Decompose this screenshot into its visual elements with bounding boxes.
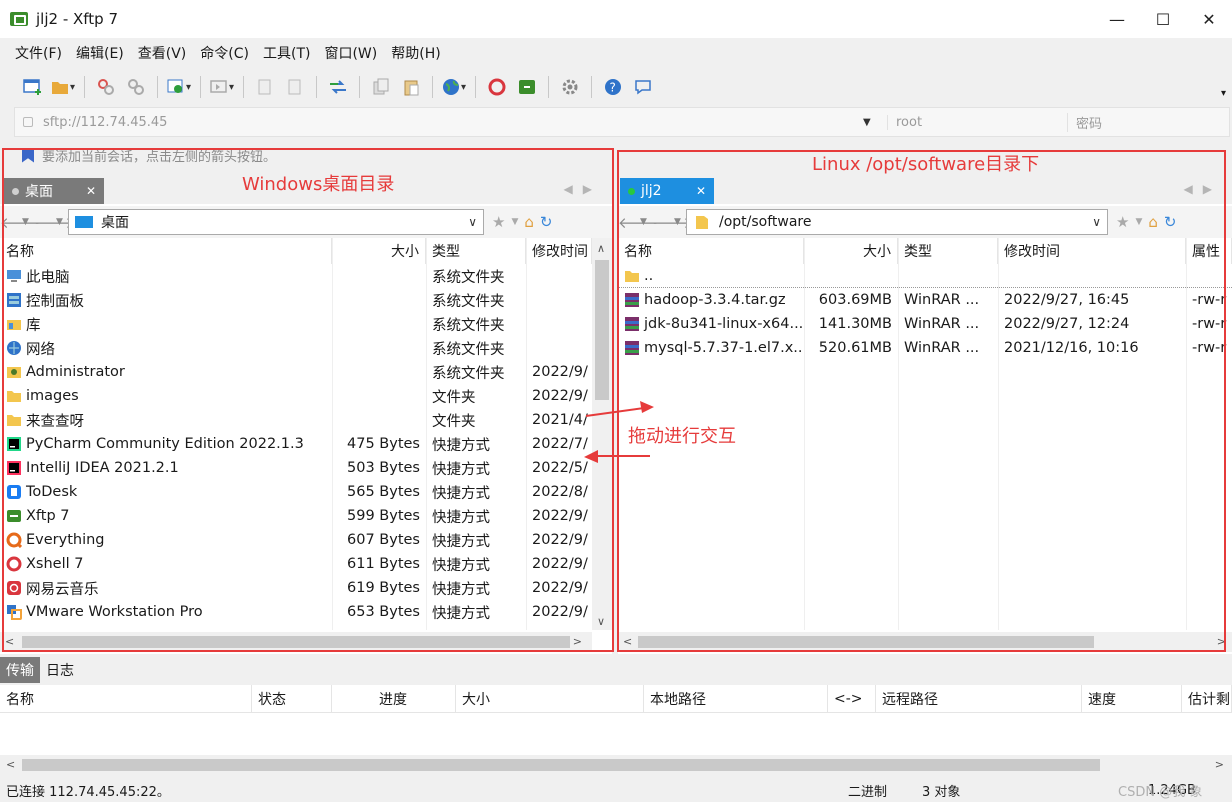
- lock-icon: [23, 117, 33, 127]
- username-input[interactable]: root: [887, 114, 1067, 130]
- svg-text:?: ?: [610, 81, 616, 95]
- tab-transfers[interactable]: 传输: [0, 657, 40, 683]
- paste-icon[interactable]: [282, 74, 308, 100]
- menu-file[interactable]: 文件(F): [8, 43, 69, 63]
- chevron-down-icon[interactable]: ▼: [863, 117, 887, 128]
- transfer-horizontal-scrollbar[interactable]: < >: [0, 755, 1232, 775]
- xshell-icon[interactable]: [484, 74, 510, 100]
- disconnect-icon[interactable]: [93, 74, 119, 100]
- connection-status: 已连接 112.74.45.45:22。: [6, 784, 170, 800]
- terminal-icon[interactable]: [209, 74, 235, 100]
- copy-icon[interactable]: [252, 74, 278, 100]
- col-remote-path[interactable]: 远程路径: [876, 685, 1082, 713]
- transfer-mode: 二进制: [848, 784, 888, 800]
- menu-window[interactable]: 窗口(W): [317, 43, 384, 63]
- open-folder-icon[interactable]: [50, 74, 76, 100]
- transfer-table-header: 名称 状态 进度 大小 本地路径 <-> 远程路径 速度 估计剩: [0, 685, 1232, 713]
- status-bar: 已连接 112.74.45.45:22。 二进制 3 对象 1.24GB CSD…: [0, 778, 1232, 802]
- col-eta[interactable]: 估计剩: [1182, 685, 1232, 713]
- properties-icon[interactable]: [166, 74, 192, 100]
- col-status[interactable]: 状态: [252, 685, 332, 713]
- col-direction[interactable]: <->: [828, 685, 876, 713]
- toolbar-overflow-icon[interactable]: ▾: [1221, 88, 1226, 99]
- col-name[interactable]: 名称: [0, 685, 252, 713]
- bottom-tabs: 传输 日志: [0, 656, 1232, 684]
- menu-command[interactable]: 命令(C): [193, 43, 256, 63]
- help-icon[interactable]: ?: [600, 74, 626, 100]
- minimize-button[interactable]: —: [1094, 0, 1140, 38]
- new-session-icon[interactable]: [20, 74, 46, 100]
- remote-annotation: Linux /opt/software目录下: [812, 154, 1040, 175]
- menu-bar: 文件(F) 编辑(E) 查看(V) 命令(C) 工具(T) 窗口(W) 帮助(H…: [8, 40, 448, 66]
- col-size[interactable]: 大小: [456, 685, 644, 713]
- reconnect-icon[interactable]: [123, 74, 149, 100]
- clipboard-icon[interactable]: [398, 74, 424, 100]
- watermark: CSDN @我 象: [1118, 784, 1203, 800]
- transfer-icon[interactable]: [325, 74, 351, 100]
- address-bar: sftp://112.74.45.45 ▼ root 密码: [14, 107, 1230, 137]
- gear-icon[interactable]: [557, 74, 583, 100]
- toolbar: ?: [20, 72, 656, 102]
- local-annotation: Windows桌面目录: [242, 174, 395, 195]
- password-input[interactable]: 密码: [1067, 112, 1229, 132]
- drag-arrows: [584, 401, 654, 463]
- local-panel-highlight: [2, 148, 614, 652]
- tab-log[interactable]: 日志: [40, 657, 80, 683]
- maximize-button[interactable]: ☐: [1140, 0, 1186, 38]
- xftp-app-icon: [10, 12, 28, 26]
- globe-icon[interactable]: [441, 74, 467, 100]
- remote-panel-highlight: [617, 150, 1226, 652]
- col-progress[interactable]: 进度: [332, 685, 456, 713]
- col-speed[interactable]: 速度: [1082, 685, 1182, 713]
- col-local-path[interactable]: 本地路径: [644, 685, 828, 713]
- title-bar: jlj2 - Xftp 7 — ☐ ✕: [0, 0, 1232, 38]
- xftp-icon[interactable]: [514, 74, 540, 100]
- menu-view[interactable]: 查看(V): [131, 43, 194, 63]
- close-button[interactable]: ✕: [1186, 0, 1232, 38]
- chat-icon[interactable]: [630, 74, 656, 100]
- object-count: 3 对象: [922, 784, 961, 800]
- menu-help[interactable]: 帮助(H): [384, 43, 447, 63]
- file-copy-icon[interactable]: [368, 74, 394, 100]
- host-input[interactable]: sftp://112.74.45.45: [43, 115, 863, 130]
- window-title: jlj2 - Xftp 7: [36, 10, 119, 28]
- menu-tools[interactable]: 工具(T): [256, 43, 317, 63]
- menu-edit[interactable]: 编辑(E): [69, 43, 131, 63]
